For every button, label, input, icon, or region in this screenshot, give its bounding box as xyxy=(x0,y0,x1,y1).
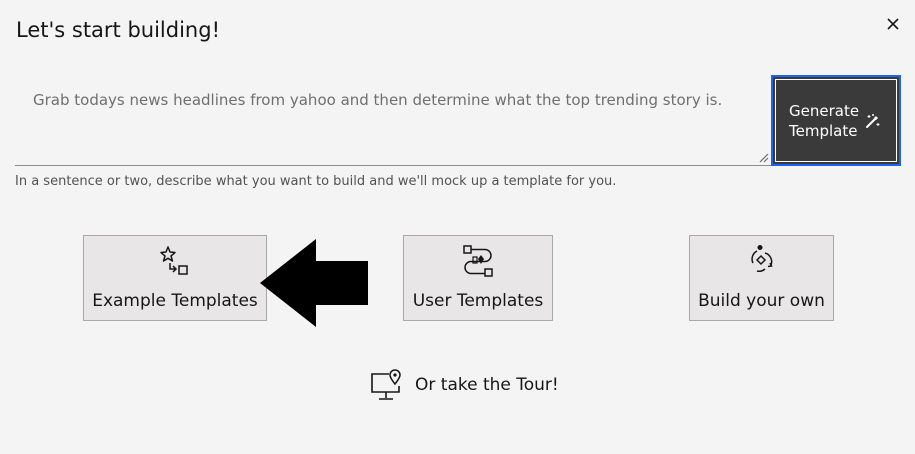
monitor-location-icon xyxy=(371,369,401,400)
resize-handle-icon[interactable] xyxy=(757,151,769,163)
prompt-field: Grab todays news headlines from yahoo an… xyxy=(15,76,771,166)
star-shapes-icon xyxy=(160,246,188,275)
generate-template-label: Generate Template xyxy=(789,101,860,140)
user-templates-label: User Templates xyxy=(412,291,544,311)
example-templates-tile[interactable]: Example Templates xyxy=(83,235,267,321)
build-your-own-tile[interactable]: Build your own xyxy=(689,235,834,321)
take-tour-link[interactable]: Or take the Tour! xyxy=(369,368,559,402)
user-templates-tile[interactable]: User Templates xyxy=(403,235,553,321)
close-button[interactable] xyxy=(881,12,905,36)
generate-template-button[interactable]: Generate Template xyxy=(771,75,901,166)
build-flow-icon xyxy=(750,245,773,272)
prompt-textarea[interactable]: Grab todays news headlines from yahoo an… xyxy=(15,76,771,165)
example-templates-label: Example Templates xyxy=(92,291,258,311)
close-icon xyxy=(887,18,899,30)
left-arrow-icon xyxy=(260,239,368,327)
take-tour-label: Or take the Tour! xyxy=(415,375,559,395)
user-template-icon xyxy=(463,245,493,277)
build-your-own-label: Build your own xyxy=(698,291,825,311)
dialog-title: Let's start building! xyxy=(16,18,220,42)
magic-wand-icon xyxy=(866,114,880,128)
prompt-helper-text: In a sentence or two, describe what you … xyxy=(15,174,617,189)
